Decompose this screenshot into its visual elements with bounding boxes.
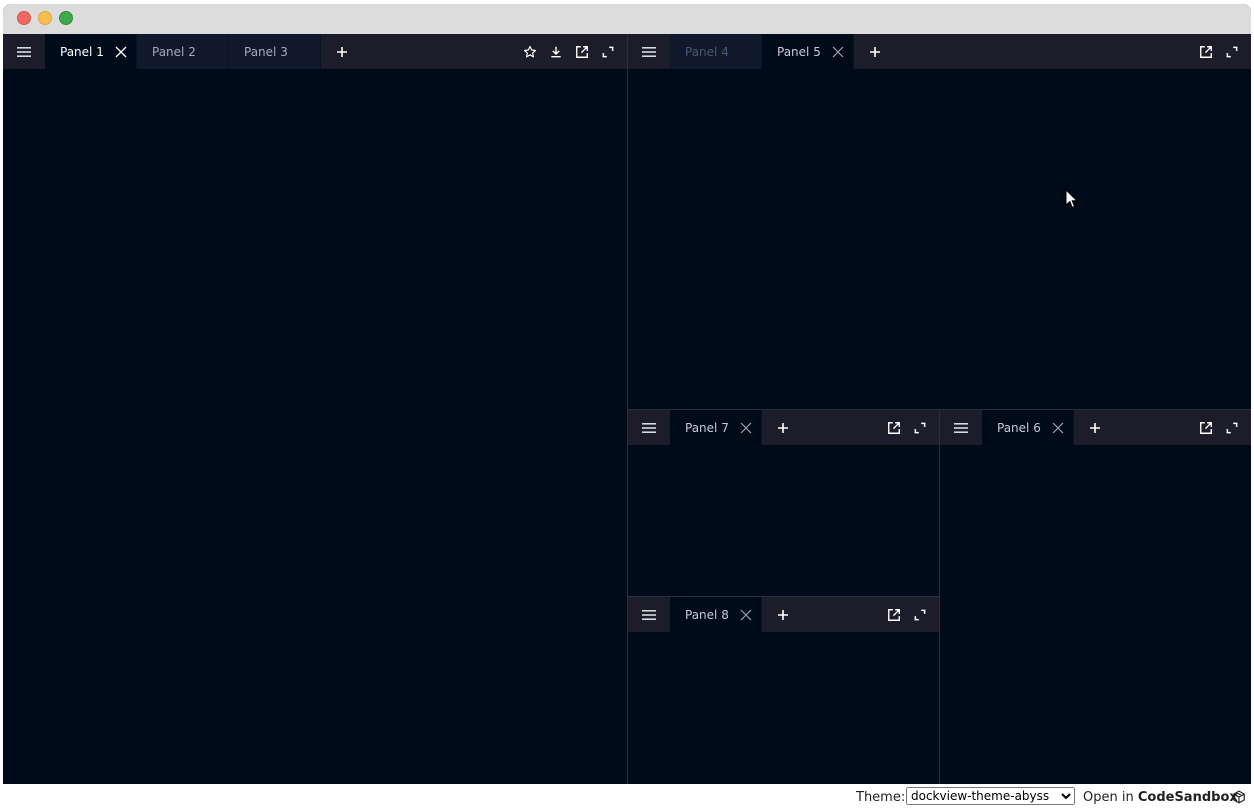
- hamburger-icon: [642, 46, 656, 57]
- tab-panel-5[interactable]: Panel 5: [762, 34, 854, 69]
- plus-icon: [1090, 422, 1100, 433]
- theme-label: Theme:: [856, 790, 906, 805]
- tab-bar-spacer: [896, 34, 1193, 69]
- theme-select[interactable]: dockview-theme-abyss: [906, 787, 1075, 805]
- tab-label: Panel 6: [997, 420, 1041, 435]
- popout-button[interactable]: [569, 34, 595, 69]
- close-icon[interactable]: [740, 422, 752, 434]
- close-window-button[interactable]: [17, 11, 31, 25]
- tab-bar: Panel 6: [940, 410, 1251, 445]
- maximize-button[interactable]: [1219, 34, 1245, 69]
- tab-panel-6[interactable]: Panel 6: [982, 410, 1074, 445]
- maximize-icon: [602, 46, 614, 57]
- popout-icon: [1200, 45, 1212, 58]
- group-menu-button[interactable]: [628, 597, 670, 632]
- tab-label: Panel 4: [685, 44, 729, 59]
- plus-icon: [778, 609, 788, 620]
- download-icon: [551, 46, 561, 57]
- maximize-icon: [914, 422, 926, 433]
- tab-label: Panel 3: [244, 44, 288, 59]
- footer-bar: Theme: dockview-theme-abyss Open in Code…: [0, 784, 1254, 808]
- add-tab-button[interactable]: [854, 34, 896, 69]
- tab-bar: Panel 4 Panel 5: [628, 34, 1251, 69]
- popout-button[interactable]: [1193, 410, 1219, 445]
- app-window: Panel 1 Panel 2 Panel 3 Panel 4 Panel 5 …: [3, 4, 1251, 784]
- close-icon[interactable]: [740, 609, 752, 621]
- tab-label: Panel 1: [60, 44, 104, 59]
- tab-panel-2[interactable]: Panel 2: [137, 34, 229, 69]
- hamburger-icon: [17, 46, 31, 57]
- add-tab-button[interactable]: [321, 34, 363, 69]
- popout-button[interactable]: [881, 410, 907, 445]
- maximize-icon: [1226, 46, 1238, 57]
- maximize-button[interactable]: [595, 34, 621, 69]
- popout-icon: [888, 608, 900, 621]
- minimize-window-button[interactable]: [38, 11, 52, 25]
- tab-bar-spacer: [363, 34, 517, 69]
- close-icon[interactable]: [115, 46, 127, 58]
- panel-group-top-right: Panel 4 Panel 5: [628, 34, 1251, 409]
- tab-panel-1[interactable]: Panel 1: [45, 34, 137, 69]
- plus-icon: [778, 422, 788, 433]
- maximize-button[interactable]: [1219, 410, 1245, 445]
- maximize-icon: [914, 609, 926, 620]
- add-tab-button[interactable]: [1074, 410, 1116, 445]
- maximize-button[interactable]: [907, 597, 933, 632]
- open-in-codesandbox-link[interactable]: Open in CodeSandbox: [1083, 790, 1238, 805]
- tab-bar: Panel 8: [628, 597, 939, 632]
- group-menu-button[interactable]: [628, 410, 670, 445]
- tab-label: Panel 5: [777, 44, 821, 59]
- tab-panel-3[interactable]: Panel 3: [229, 34, 321, 69]
- zoom-window-button[interactable]: [59, 11, 73, 25]
- plus-icon: [870, 46, 880, 57]
- panel-group-left: Panel 1 Panel 2 Panel 3: [3, 34, 627, 784]
- hamburger-icon: [642, 422, 656, 433]
- tab-panel-4[interactable]: Panel 4: [670, 34, 762, 69]
- tab-bar: Panel 1 Panel 2 Panel 3: [3, 34, 627, 69]
- group-actions: [517, 34, 627, 69]
- hamburger-icon: [954, 422, 968, 433]
- mouse-cursor-icon: [1065, 189, 1079, 209]
- maximize-button[interactable]: [907, 410, 933, 445]
- popout-icon: [576, 45, 588, 58]
- codesandbox-brand: CodeSandbox: [1137, 790, 1238, 805]
- tab-bar-spacer: [804, 597, 881, 632]
- tab-bar-spacer: [1116, 410, 1193, 445]
- popout-button[interactable]: [1193, 34, 1219, 69]
- close-icon[interactable]: [832, 46, 844, 58]
- tab-panel-7[interactable]: Panel 7: [670, 410, 762, 445]
- group-menu-button[interactable]: [3, 34, 45, 69]
- group-menu-button[interactable]: [940, 410, 982, 445]
- download-button[interactable]: [543, 34, 569, 69]
- tab-bar: Panel 7: [628, 410, 939, 445]
- tab-label: Panel 2: [152, 44, 196, 59]
- group-actions: [881, 410, 939, 445]
- group-menu-button[interactable]: [628, 34, 670, 69]
- add-tab-button[interactable]: [762, 597, 804, 632]
- open-prefix: Open in: [1083, 790, 1138, 805]
- tab-bar-spacer: [804, 410, 881, 445]
- panel-group-panel-6: Panel 6: [940, 410, 1251, 784]
- panel-group-panel-7: Panel 7: [628, 410, 939, 596]
- star-icon: [523, 45, 537, 57]
- tab-label: Panel 7: [685, 420, 729, 435]
- popout-icon: [1200, 421, 1212, 434]
- maximize-icon: [1226, 422, 1238, 433]
- tab-label: Panel 8: [685, 607, 729, 622]
- codesandbox-cube-icon[interactable]: [1232, 790, 1246, 804]
- popout-icon: [888, 421, 900, 434]
- group-actions: [1193, 34, 1251, 69]
- hamburger-icon: [642, 609, 656, 620]
- plus-icon: [337, 46, 347, 57]
- group-actions: [881, 597, 939, 632]
- add-tab-button[interactable]: [762, 410, 804, 445]
- window-titlebar: [3, 4, 1251, 34]
- close-icon[interactable]: [1052, 422, 1064, 434]
- popout-button[interactable]: [881, 597, 907, 632]
- tab-panel-8[interactable]: Panel 8: [670, 597, 762, 632]
- group-actions: [1193, 410, 1251, 445]
- panel-group-panel-8: Panel 8: [628, 597, 939, 784]
- favorite-button[interactable]: [517, 34, 543, 69]
